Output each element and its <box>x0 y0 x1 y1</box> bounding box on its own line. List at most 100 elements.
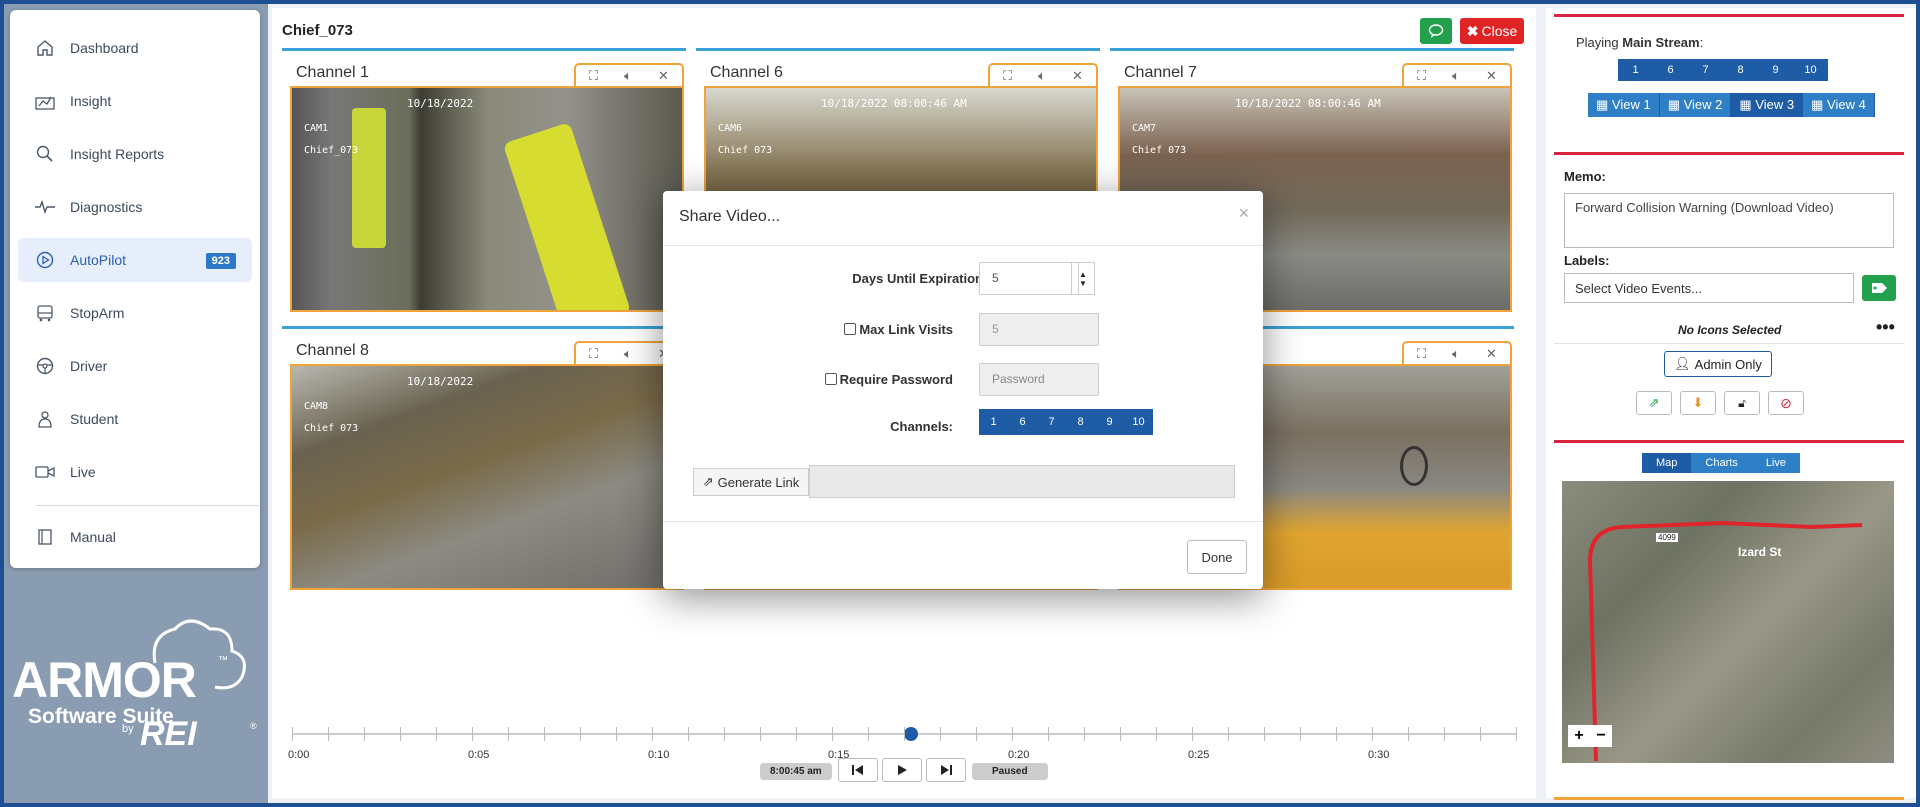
channel-button[interactable]: 6 <box>1653 59 1688 81</box>
status-badge: Paused <box>972 763 1048 780</box>
sidebar-item-manual[interactable]: Manual <box>18 515 252 559</box>
sidebar-item-insight-reports[interactable]: Insight Reports <box>18 132 252 176</box>
more-options-icon[interactable]: ••• <box>1876 317 1895 338</box>
download-button[interactable]: ⬇ <box>1680 391 1716 415</box>
view-2-button[interactable]: ▦ View 2 <box>1659 93 1732 117</box>
mute-icon[interactable]: 🔈︎ <box>1452 68 1460 84</box>
generated-link-field[interactable] <box>809 465 1235 498</box>
armor-logo: ARMOR ™ Software Suite by REI ® <box>10 615 260 753</box>
previous-button[interactable] <box>838 758 878 782</box>
student-icon <box>34 408 56 430</box>
map-tabs: Map Charts Live <box>1642 453 1800 473</box>
next-button[interactable] <box>926 758 966 782</box>
sidebar-item-driver[interactable]: Driver <box>18 344 252 388</box>
generate-link-button[interactable]: ⇗ Generate Link <box>693 468 809 496</box>
close-icon[interactable]: ✕ <box>1486 68 1497 84</box>
zoom-controls: + − <box>1568 725 1612 747</box>
tab-live[interactable]: Live <box>1751 453 1800 473</box>
fullscreen-icon[interactable]: ⛶ <box>1417 68 1426 84</box>
street-label: Izard St <box>1738 545 1782 559</box>
video-feed[interactable]: 10/18/2022 CAM8 Chief 073 <box>290 364 684 590</box>
share-button[interactable]: ⇗ <box>1636 391 1672 415</box>
mute-icon[interactable]: 🔈︎ <box>1038 68 1046 84</box>
channel-button[interactable]: 8 <box>1066 409 1095 435</box>
unlock-button[interactable]: 🔓︎ <box>1724 391 1760 415</box>
modal-close-icon[interactable]: × <box>1238 203 1249 224</box>
channel-button[interactable]: 9 <box>1095 409 1124 435</box>
admin-only-button[interactable]: 👤︎ Admin Only <box>1664 351 1772 377</box>
days-stepper[interactable]: ▲ ▼ <box>1071 262 1095 295</box>
fullscreen-icon[interactable]: ⛶ <box>589 346 598 362</box>
view-buttons: ▦ View 1 ▦ View 2 ▦ View 3 ▦ View 4 <box>1588 93 1875 117</box>
tab-charts[interactable]: Charts <box>1691 453 1752 473</box>
timeline-tick <box>940 727 941 741</box>
max-visits-checkbox[interactable]: Max Link Visits <box>743 322 953 337</box>
sidebar: Dashboard Insight Insight Reports Diagno… <box>10 10 260 568</box>
zoom-out-button[interactable]: − <box>1590 725 1612 747</box>
fullscreen-icon[interactable]: ⛶ <box>1003 68 1012 84</box>
channel-button[interactable]: 7 <box>1037 409 1066 435</box>
map-view[interactable]: Izard St 4099 + − <box>1562 481 1894 763</box>
channel-button[interactable]: 6 <box>1008 409 1037 435</box>
sidebar-item-stoparm[interactable]: StopArm <box>18 291 252 335</box>
timeline-tick <box>1444 727 1445 741</box>
channel-button[interactable]: 10 <box>1793 59 1828 81</box>
view-1-button[interactable]: ▦ View 1 <box>1588 93 1660 117</box>
mute-icon[interactable]: 🔈︎ <box>1452 346 1460 362</box>
done-button[interactable]: Done <box>1187 540 1247 574</box>
sidebar-item-dashboard[interactable]: Dashboard <box>18 26 252 70</box>
sidebar-item-label: Insight <box>70 93 112 109</box>
channel-button[interactable]: 9 <box>1758 59 1793 81</box>
memo-field[interactable]: Forward Collision Warning (Download Vide… <box>1564 193 1894 248</box>
channel-button[interactable]: 1 <box>1618 59 1653 81</box>
view-4-button[interactable]: ▦ View 4 <box>1803 93 1875 117</box>
timeline-tick <box>1120 727 1121 741</box>
play-button[interactable] <box>882 758 922 782</box>
timeline-tick <box>760 727 761 741</box>
channel-button[interactable]: 7 <box>1688 59 1723 81</box>
close-icon[interactable]: ✕ <box>1486 346 1497 362</box>
add-tag-button[interactable] <box>1862 275 1896 301</box>
page-title: Chief_073 <box>282 22 353 39</box>
view-3-button[interactable]: ▦ View 3 <box>1731 93 1804 117</box>
bus-icon <box>34 302 56 324</box>
fullscreen-icon[interactable]: ⛶ <box>1417 346 1426 362</box>
labels-select[interactable]: Select Video Events... <box>1564 273 1854 303</box>
stream-card: Playing Main Stream: 1 6 7 8 9 10 ▦ View… <box>1554 14 1904 154</box>
mute-icon[interactable]: 🔈︎ <box>624 68 632 84</box>
modal-title: Share Video... <box>679 208 781 225</box>
close-icon[interactable]: ✕ <box>658 68 669 84</box>
password-input[interactable]: Password <box>979 363 1099 396</box>
sidebar-item-insight[interactable]: Insight <box>18 79 252 123</box>
sidebar-item-student[interactable]: Student <box>18 397 252 441</box>
count-badge: 923 <box>205 253 236 269</box>
timeline-scrubber[interactable] <box>904 727 918 741</box>
memo-card: Memo: Forward Collision Warning (Downloa… <box>1554 152 1904 422</box>
timeline-tick <box>436 727 437 741</box>
channel-button[interactable]: 8 <box>1723 59 1758 81</box>
close-button[interactable]: ✖ Close <box>1460 18 1524 44</box>
mute-icon[interactable]: 🔈︎ <box>624 346 632 362</box>
video-feed[interactable]: 10/18/2022 CAM1 Chief_073 <box>290 86 684 312</box>
video-icon <box>34 461 56 483</box>
block-button[interactable]: ⊘ <box>1768 391 1804 415</box>
max-link-visits-input[interactable]: 5 <box>979 313 1099 346</box>
days-until-expiration-input[interactable]: 5 <box>979 262 1079 295</box>
fullscreen-icon[interactable]: ⛶ <box>589 68 598 84</box>
channel-button[interactable]: 10 <box>1124 409 1153 435</box>
timeline-tick <box>400 727 401 741</box>
current-time: 8:00:45 am <box>760 763 832 780</box>
sidebar-item-live[interactable]: Live <box>18 450 252 494</box>
home-icon <box>34 37 56 59</box>
sidebar-item-label: Diagnostics <box>70 199 143 215</box>
close-icon[interactable]: ✕ <box>1072 68 1083 84</box>
channel-name: Channel 6 <box>710 64 783 81</box>
require-password-checkbox[interactable]: Require Password <box>743 372 953 387</box>
chat-button[interactable] <box>1420 18 1452 44</box>
timeline-tick <box>1372 727 1373 741</box>
tab-map[interactable]: Map <box>1642 453 1692 473</box>
channel-button[interactable]: 1 <box>979 409 1008 435</box>
sidebar-item-autopilot[interactable]: AutoPilot 923 <box>18 238 252 282</box>
sidebar-item-diagnostics[interactable]: Diagnostics <box>18 185 252 229</box>
zoom-in-button[interactable]: + <box>1568 725 1590 747</box>
